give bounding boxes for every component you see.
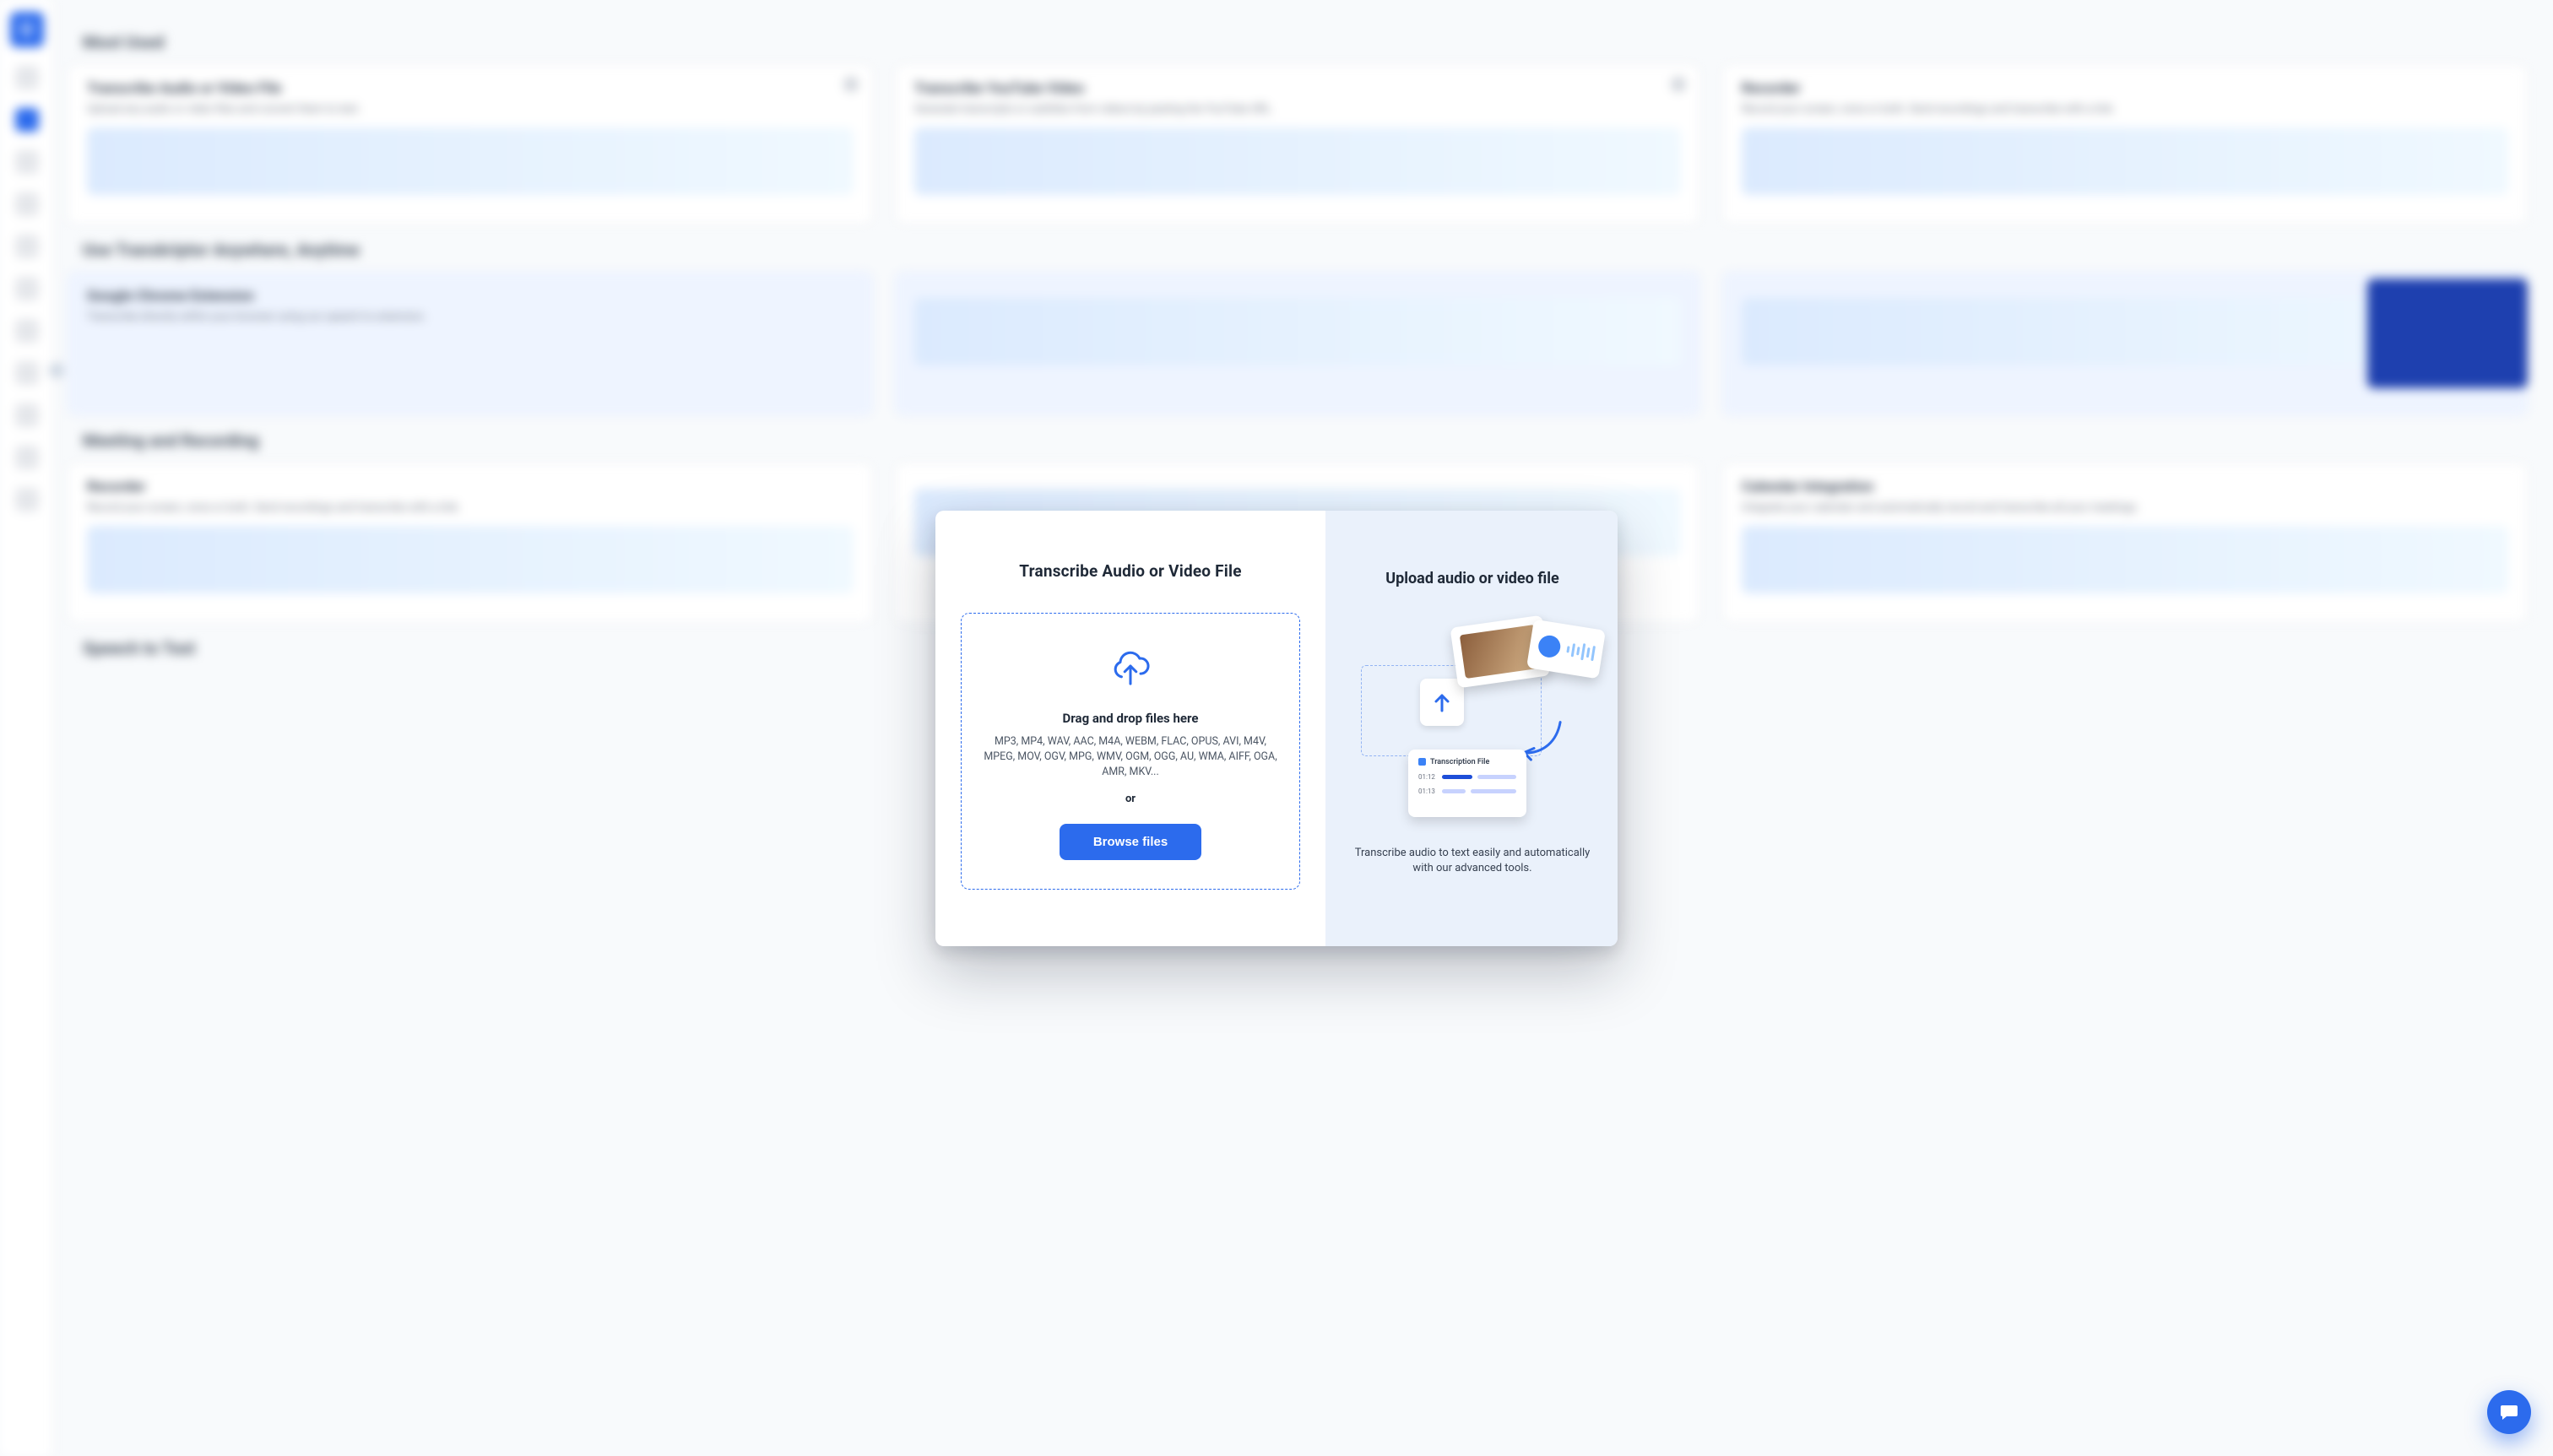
modal-overlay: Transcribe Audio or Video File Drag and …: [0, 0, 2553, 1456]
right-panel-desc: Transcribe audio to text easily and auto…: [1354, 846, 1591, 878]
right-panel-title: Upload audio or video file: [1354, 570, 1591, 587]
chat-icon: [2499, 1402, 2519, 1422]
cloud-upload-icon: [1103, 651, 1157, 688]
timestamp: 01:13: [1418, 788, 1437, 795]
supported-formats: MP3, MP4, WAV, AAC, M4A, WEBM, FLAC, OPU…: [982, 734, 1279, 780]
upload-arrow-icon: [1433, 692, 1451, 712]
illus-transcription-file: Transcription File 01:12 01:13: [1408, 750, 1526, 817]
modal-right-panel: Upload audio or video file: [1325, 511, 1618, 946]
modal-left-panel: Transcribe Audio or Video File Drag and …: [935, 511, 1325, 946]
mic-icon: [1537, 633, 1562, 658]
file-dropzone[interactable]: Drag and drop files here MP3, MP4, WAV, …: [961, 613, 1300, 890]
upload-modal: Transcribe Audio or Video File Drag and …: [935, 511, 1618, 946]
tfile-label: Transcription File: [1418, 758, 1516, 766]
waveform-icon: [1565, 641, 1596, 662]
upload-illustration: Transcription File 01:12 01:13: [1354, 613, 1591, 824]
dropzone-title: Drag and drop files here: [1063, 711, 1199, 726]
timestamp: 01:12: [1418, 773, 1437, 781]
illus-audio-card: [1526, 619, 1606, 679]
or-divider: or: [1125, 793, 1136, 805]
modal-title: Transcribe Audio or Video File: [961, 561, 1300, 581]
chat-fab[interactable]: [2487, 1390, 2531, 1434]
browse-files-button[interactable]: Browse files: [1060, 824, 1201, 860]
illus-upload-square: [1420, 679, 1464, 726]
